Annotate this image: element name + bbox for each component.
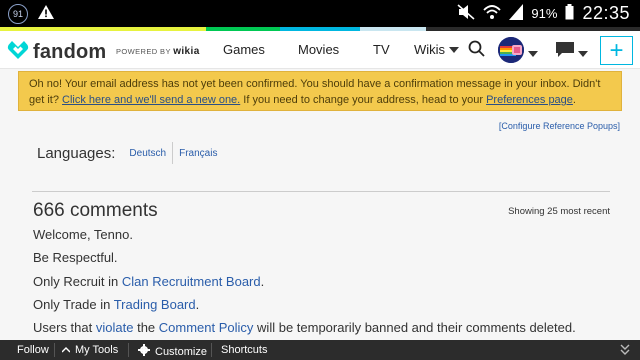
my-tools-button[interactable]: My Tools: [61, 344, 119, 356]
violate-link[interactable]: violate: [96, 320, 134, 335]
clock-time: 22:35: [582, 3, 630, 23]
rule-recruit: Only Recruit in Clan Recruitment Board.: [33, 274, 264, 289]
showing-recent-label: Showing 25 most recent: [508, 206, 610, 217]
page-content: Oh no! Your email address has not yet be…: [0, 70, 640, 340]
alert-text-3: .: [572, 94, 576, 106]
android-status-bar: 91 91% 22:35: [0, 0, 640, 27]
clan-recruitment-board-link[interactable]: Clan Recruitment Board: [122, 274, 261, 289]
nav-wikis[interactable]: Wikis: [414, 42, 459, 57]
rule-trade-suffix: .: [195, 297, 200, 312]
rule-respectful: Be Respectful.: [33, 250, 118, 265]
rule-trade: Only Trade in Trading Board.: [33, 297, 199, 312]
chevron-up-icon: [61, 344, 71, 356]
gear-icon: [138, 344, 150, 359]
language-link-deutsch[interactable]: Deutsch: [123, 148, 172, 159]
fandom-logo[interactable]: fandom: [7, 40, 106, 65]
resend-confirmation-link[interactable]: Click here and we'll send a new one.: [62, 94, 240, 106]
trading-board-link[interactable]: Trading Board: [114, 297, 196, 312]
shortcuts-label: Shortcuts: [221, 344, 268, 356]
follow-button[interactable]: Follow: [17, 344, 49, 356]
language-link-francais[interactable]: Français: [173, 148, 223, 159]
notification-count-badge: 91: [8, 4, 28, 24]
toolbar-separator: [128, 343, 129, 357]
nav-tv[interactable]: TV: [373, 42, 390, 57]
discussions-chevron-down-icon[interactable]: [578, 45, 588, 63]
nav-wikis-label: Wikis: [414, 42, 446, 57]
email-confirmation-banner: Oh no! Your email address has not yet be…: [18, 71, 622, 111]
powered-by-label: POWERED BY: [116, 47, 171, 56]
section-divider: [32, 191, 610, 192]
user-avatar[interactable]: [498, 37, 524, 63]
rule-welcome: Welcome, Tenno.: [33, 227, 133, 242]
powered-by-wikia: POWERED BY wikia: [116, 46, 200, 57]
wikia-brand: wikia: [173, 46, 200, 57]
battery-icon: [565, 4, 574, 23]
rule-violate-prefix: Users that: [33, 320, 93, 335]
rule-trade-prefix: Only Trade in: [33, 297, 111, 312]
avatar-chevron-down-icon[interactable]: [528, 45, 538, 63]
languages-label: Languages:: [37, 144, 116, 162]
bottom-toolbar: Follow My Tools Customize Shortcuts: [0, 340, 640, 360]
warning-icon: [38, 4, 54, 24]
toolbar-separator: [211, 343, 212, 357]
collapse-toolbar-icon[interactable]: [620, 342, 630, 356]
discussions-icon[interactable]: [556, 42, 574, 63]
signal-icon: [509, 4, 524, 23]
preferences-page-link[interactable]: Preferences page: [486, 94, 573, 106]
wifi-icon: [483, 4, 502, 23]
configure-reference-popups-link[interactable]: [Configure Reference Popups]: [499, 121, 620, 131]
fandom-heart-icon: [7, 40, 29, 65]
rule-recruit-suffix: .: [260, 274, 265, 289]
search-icon[interactable]: [468, 40, 485, 62]
fandom-navbar: fandom POWERED BY wikia Games Movies TV …: [0, 31, 640, 69]
mute-icon: [457, 4, 475, 23]
fandom-logo-text: fandom: [33, 41, 107, 63]
plus-icon: +: [609, 36, 624, 64]
languages-row: Languages: Deutsch Français: [37, 142, 223, 164]
chevron-down-icon: [448, 42, 459, 57]
customize-label: Customize: [155, 345, 207, 358]
rule-violate-mid: the: [137, 320, 156, 335]
nav-movies[interactable]: Movies: [298, 42, 339, 57]
battery-percent: 91%: [531, 6, 558, 21]
follow-label: Follow: [17, 344, 49, 356]
nav-games[interactable]: Games: [223, 42, 265, 57]
alert-text-2: If you need to change your address, head…: [243, 94, 484, 106]
rule-recruit-prefix: Only Recruit in: [33, 274, 119, 289]
comment-policy-link[interactable]: Comment Policy: [159, 320, 254, 335]
rule-violate: Users that violate the Comment Policy wi…: [33, 320, 576, 335]
customize-button[interactable]: Customize: [138, 344, 207, 359]
shortcuts-button[interactable]: Shortcuts: [221, 344, 267, 356]
rule-violate-suffix: will be temporarily banned and their com…: [257, 320, 576, 335]
toolbar-separator: [54, 343, 55, 357]
my-tools-label: My Tools: [75, 344, 119, 356]
create-page-button[interactable]: +: [600, 36, 633, 65]
comments-count-heading: 666 comments: [33, 200, 158, 221]
